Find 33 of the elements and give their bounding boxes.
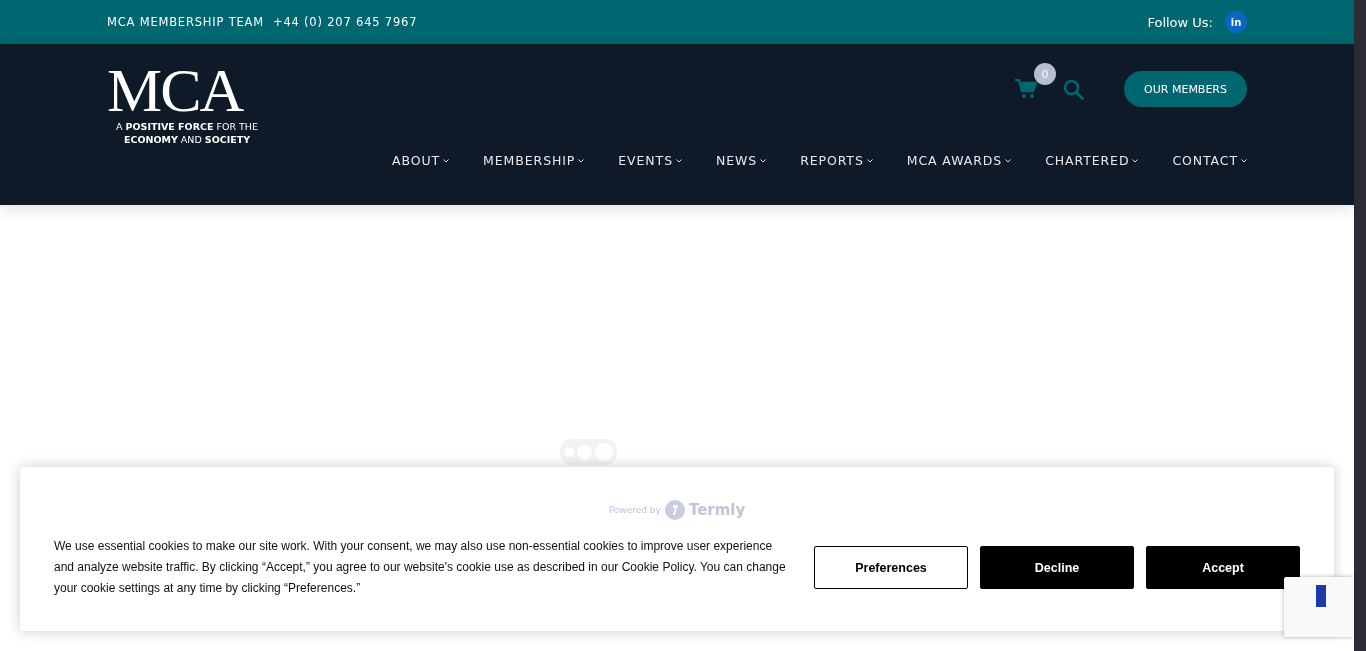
caret-icon: [1005, 158, 1012, 163]
cookie-button[interactable]: Preferences: [814, 546, 968, 589]
search-icon[interactable]: [1063, 78, 1085, 100]
cart-count-badge: 0: [1034, 63, 1057, 85]
nav-menu-item[interactable]: CHARTERED: [1045, 153, 1139, 168]
cookie-button[interactable]: Decline: [980, 546, 1134, 589]
caret-icon: [1241, 158, 1247, 163]
logo-wordmark[interactable]: MCA: [107, 62, 243, 118]
caret-icon: [1132, 158, 1139, 163]
logo-tagline: A POSITIVE FORCE FOR THE ECONOMY AND SOCIETY: [115, 120, 259, 146]
caret-icon: [578, 158, 585, 163]
caret-icon: [675, 158, 682, 163]
team-label: MCA MEMBERSHIP TEAM: [107, 15, 264, 29]
phone-number: +44 (0) 207 645 7967: [272, 15, 418, 29]
linkedin-link[interactable]: in: [1225, 11, 1247, 33]
nav-menu-item[interactable]: CONTACT: [1172, 153, 1247, 168]
nav-menu-item[interactable]: NEWS: [715, 153, 767, 168]
brand-logo-icon: [664, 500, 685, 520]
nav-menu-item[interactable]: MCA AWARDS: [906, 153, 1012, 168]
our-members-button[interactable]: OUR MEMBERS: [1124, 71, 1247, 107]
cart-icon[interactable]: [1015, 79, 1038, 99]
caret-icon: [760, 158, 767, 163]
cookie-button[interactable]: Accept: [1146, 546, 1300, 589]
caret-icon: [443, 158, 450, 163]
caret-icon: [866, 158, 873, 163]
cookie-message: We use essential cookies to make our site work. With your consent, we may also use non-essential cookies to improve user experience and analyze website traffic. By clicking “Accept,” you agree to our website's cookie use as described in our Cookie Policy. You can change your cookie settings at any time by clicking “Preferences.”: [54, 538, 787, 597]
brand-name: Termly: [688, 501, 746, 519]
nav-menu-item[interactable]: EVENTS: [618, 153, 682, 168]
follow-label: Follow Us:: [1147, 14, 1213, 30]
loading-dots: [560, 439, 617, 465]
nav-menu-item[interactable]: ABOUT: [392, 153, 450, 168]
nav-menu-item[interactable]: MEMBERSHIP: [483, 153, 585, 168]
nav-menu-item[interactable]: REPORTS: [800, 153, 873, 168]
